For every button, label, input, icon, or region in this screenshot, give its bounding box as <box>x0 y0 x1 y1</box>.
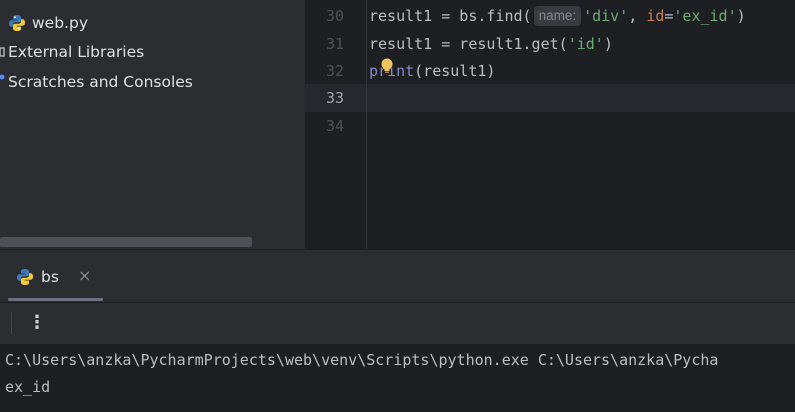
code-token: result1 = result1.get( <box>369 35 568 53</box>
toolbar-separator <box>11 312 12 334</box>
current-line-highlight <box>305 84 795 112</box>
code-token: ) <box>736 7 746 25</box>
python-file-icon <box>8 12 30 34</box>
parameter-hint: name: <box>533 6 582 26</box>
code-string: 'div' <box>583 7 629 25</box>
line-number-current: 33 <box>325 89 344 107</box>
code-token: ) <box>603 35 613 53</box>
code-string: 'ex_id' <box>673 7 737 25</box>
tree-item-label: External Libraries <box>8 43 145 61</box>
active-tab-indicator <box>8 298 103 301</box>
tree-item-label: Scratches and Consoles <box>8 73 193 91</box>
code-string: 'id' <box>567 35 604 53</box>
lightbulb-icon[interactable] <box>380 58 394 74</box>
line-number: 32 <box>325 62 344 80</box>
code-line-30[interactable]: result1 = bs.find(name:'div', id='ex_id'… <box>369 2 746 30</box>
scratches-icon <box>0 71 6 93</box>
code-token: result1 = bs.find( <box>369 7 532 25</box>
run-tab-label: bs <box>41 268 59 286</box>
console-line: ex_id <box>5 378 51 396</box>
tree-item-external-libraries[interactable]: External Libraries <box>0 37 144 67</box>
code-line-31[interactable]: result1 = result1.get('id') <box>369 30 613 58</box>
python-icon <box>16 268 34 286</box>
horizontal-scrollbar[interactable] <box>0 237 252 247</box>
console-line: C:\Users\anzka\PycharmProjects\web\venv\… <box>5 351 719 369</box>
line-number: 31 <box>325 35 344 53</box>
tree-item-scratches-and-consoles[interactable]: Scratches and Consoles <box>0 67 193 97</box>
code-token: , <box>628 7 647 25</box>
library-icon <box>0 41 6 63</box>
tree-item-label: web.py <box>32 14 88 32</box>
code-token: (result1) <box>414 62 496 80</box>
close-tab-icon[interactable]: × <box>78 266 91 285</box>
gutter-separator <box>366 0 367 249</box>
code-keyword-arg: id <box>646 7 665 25</box>
line-number: 30 <box>325 7 344 25</box>
run-toolbar <box>0 302 795 345</box>
line-number: 34 <box>325 117 344 135</box>
run-tab-bs[interactable]: bs <box>16 258 59 296</box>
tree-item-web-py[interactable]: web.py <box>8 8 88 38</box>
run-tool-window-header <box>0 250 795 302</box>
more-options-icon[interactable]: ⋮ <box>28 312 46 334</box>
